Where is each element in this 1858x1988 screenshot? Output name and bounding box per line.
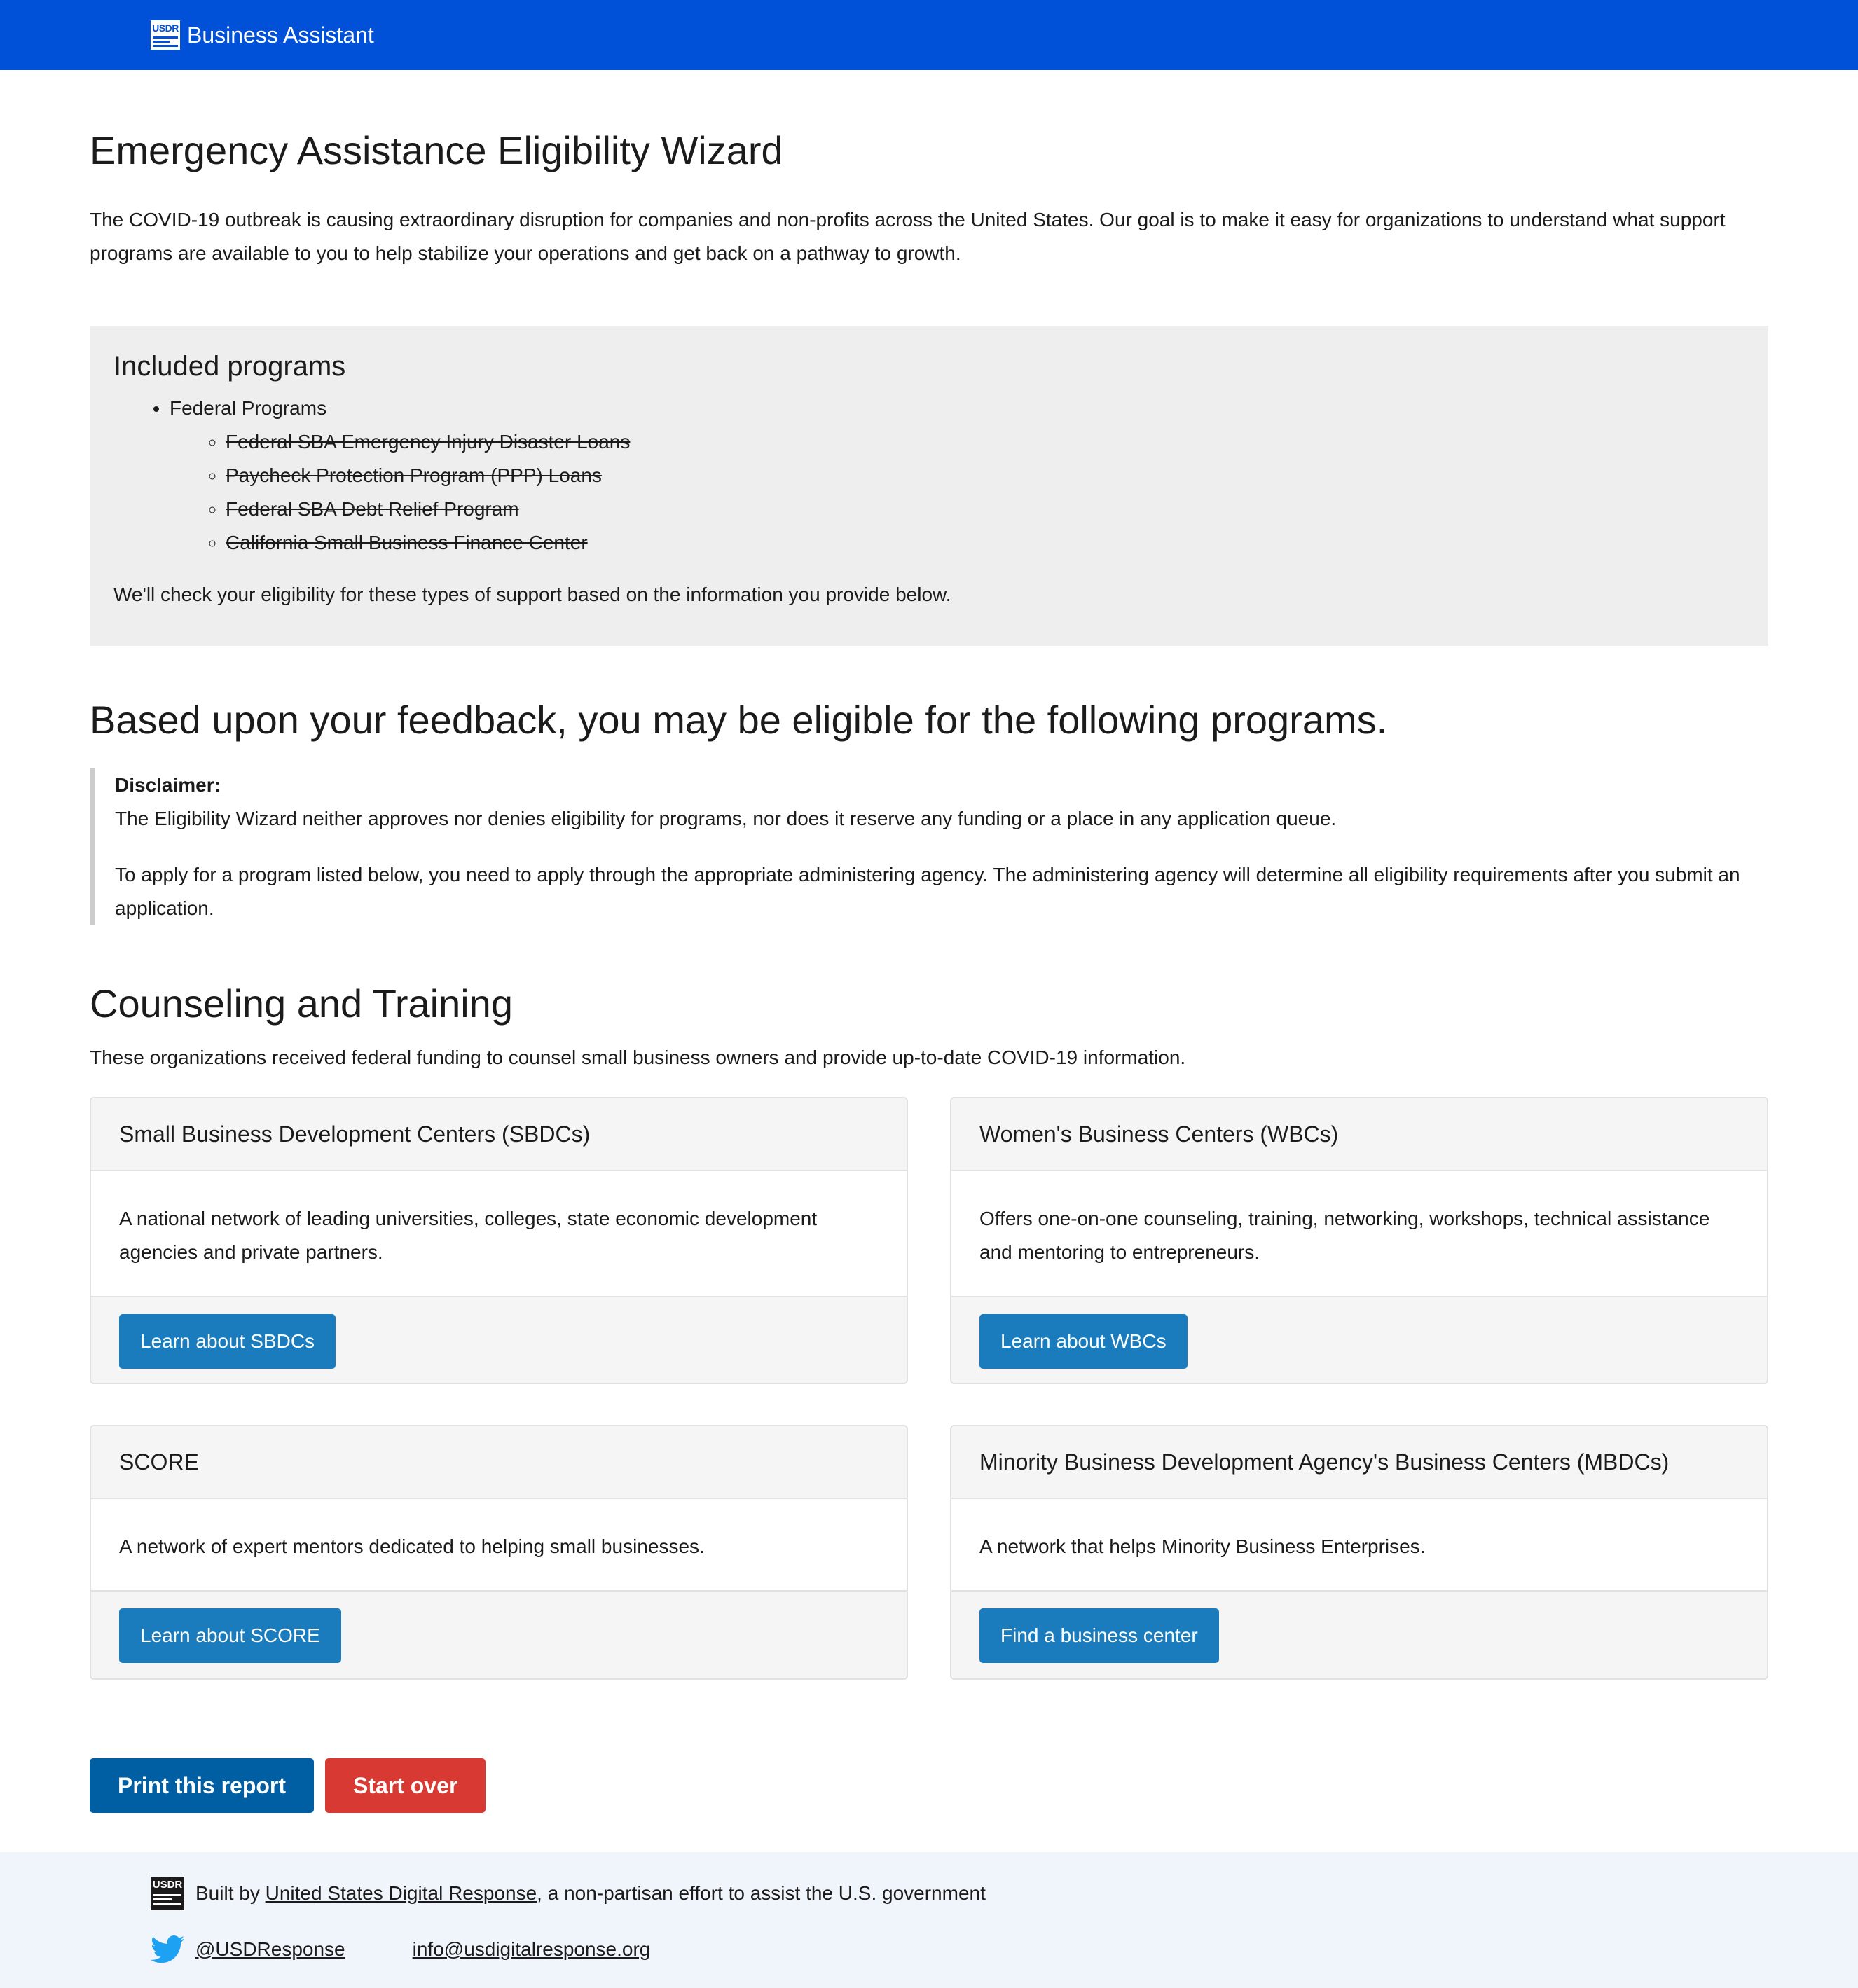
start-over-button[interactable]: Start over [325,1758,486,1813]
card-title: Minority Business Development Agency's B… [951,1426,1767,1499]
card-title: Small Business Development Centers (SBDC… [91,1098,907,1171]
card-title: Women's Business Centers (WBCs) [951,1098,1767,1171]
card-body: A network of expert mentors dedicated to… [119,1535,705,1557]
program-groups-list: Federal Programs Federal SBA Emergency I… [170,392,1745,560]
program-item: Federal SBA Emergency Injury Disaster Lo… [226,425,1745,459]
program-card-wbc: Women's Business Centers (WBCs) Offers o… [950,1097,1768,1384]
page-title: Emergency Assistance Eligibility Wizard [90,128,783,172]
intro-text: The COVID-19 outbreak is causing extraor… [90,209,1726,264]
program-card-score: SCORE A network of expert mentors dedica… [90,1425,908,1680]
disclaimer-paragraph: To apply for a program listed below, you… [115,864,1740,919]
learn-about-score-button[interactable]: Learn about SCORE [119,1608,341,1663]
disclaimer-paragraph: The Eligibility Wizard neither approves … [115,808,1337,829]
card-body: A national network of leading universiti… [119,1208,818,1263]
program-card-mbdc: Minority Business Development Agency's B… [950,1425,1768,1680]
program-item: Federal SBA Debt Relief Program [226,492,1745,526]
twitter-link[interactable]: @USDResponse [195,1938,345,1961]
app-title: Business Assistant [187,22,374,48]
learn-about-sbdcs-button[interactable]: Learn about SBDCs [119,1314,336,1369]
results-heading: Based upon your feedback, you may be eli… [90,698,1388,742]
twitter-bird-icon [151,1935,184,1963]
usdr-logo-icon: USDR [151,20,180,50]
top-header: USDR Business Assistant [0,0,1858,70]
usdr-link[interactable]: United States Digital Response [266,1882,537,1905]
card-footer: Learn about SBDCs [91,1296,907,1383]
learn-about-wbcs-button[interactable]: Learn about WBCs [979,1314,1188,1369]
counseling-heading: Counseling and Training [90,981,513,1026]
program-list: Federal SBA Emergency Injury Disaster Lo… [226,425,1745,560]
card-footer: Find a business center [951,1590,1767,1678]
built-by-text: Built by [195,1882,260,1904]
page-footer: USDR Built by United States Digital Resp… [0,1852,1858,1988]
program-item: California Small Business Finance Center [226,526,1745,560]
eligibility-note: We'll check your eligibility for these t… [113,584,951,605]
email-link[interactable]: info@usdigitalresponse.org [413,1938,651,1961]
print-report-button[interactable]: Print this report [90,1758,315,1813]
program-group: Federal Programs Federal SBA Emergency I… [170,392,1745,560]
card-body: Offers one-on-one counseling, training, … [979,1208,1710,1263]
disclaimer-title: Disclaimer: [115,774,221,796]
built-by-suffix: , a non-partisan effort to assist the U.… [537,1882,986,1904]
included-programs-box: Included programs Federal Programs Feder… [90,326,1768,646]
program-group-label: Federal Programs [170,397,327,419]
footer-contact: @USDResponse info@usdigitalresponse.org [151,1935,650,1964]
card-footer: Learn about WBCs [951,1296,1767,1383]
card-footer: Learn about SCORE [91,1590,907,1678]
usdr-logo-icon: USDR [151,1877,184,1910]
disclaimer-block: Disclaimer: The Eligibility Wizard neith… [90,768,1768,925]
card-body: A network that helps Minority Business E… [979,1535,1426,1557]
counseling-description: These organizations received federal fun… [90,1047,1186,1068]
program-item: Paycheck Protection Program (PPP) Loans [226,459,1745,492]
footer-credit: USDR Built by United States Digital Resp… [151,1877,986,1910]
included-programs-heading: Included programs [113,351,346,382]
card-title: SCORE [91,1426,907,1499]
program-card-sbdc: Small Business Development Centers (SBDC… [90,1097,908,1384]
brand-link[interactable]: USDR Business Assistant [151,20,374,50]
find-business-center-button[interactable]: Find a business center [979,1608,1219,1663]
